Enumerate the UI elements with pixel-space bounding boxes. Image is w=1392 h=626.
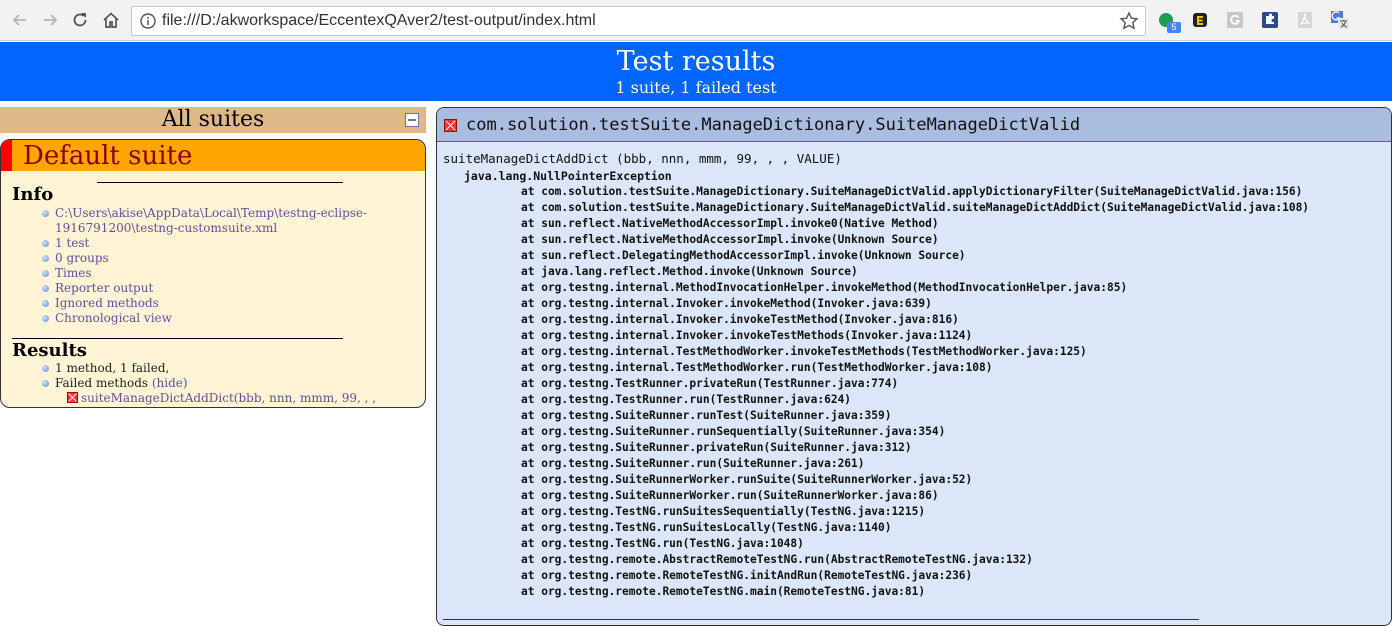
stack-trace-line: at org.testng.TestNG.runSuitesLocally(Te… (521, 521, 892, 534)
page-subtitle: 1 suite, 1 failed test (615, 78, 777, 97)
suite-name[interactable]: Default suite (23, 141, 192, 171)
star-icon[interactable] (1119, 11, 1139, 31)
stack-trace-line: at org.testng.internal.TestMethodWorker.… (521, 345, 1087, 358)
exception-name: java.lang.NullPointerException (464, 169, 672, 183)
info-icon[interactable] (140, 13, 156, 29)
info-title: Info (12, 184, 54, 205)
bullet-icon (42, 380, 49, 387)
failed-methods-row: Failed methods (hide) (55, 376, 188, 391)
page-title: Test results (616, 46, 776, 77)
chronological-view-link[interactable]: Chronological view (55, 311, 172, 326)
translate-extension-icon[interactable] (1330, 10, 1350, 30)
back-arrow-icon[interactable] (8, 8, 32, 32)
hide-link[interactable]: (hide) (152, 376, 188, 390)
puzzle-extension-icon[interactable] (1260, 10, 1280, 30)
stack-trace-line: at org.testng.TestRunner.run(TestRunner.… (521, 393, 852, 406)
results-divider (12, 338, 343, 339)
stack-trace-line: at org.testng.internal.Invoker.invokeTes… (521, 329, 973, 342)
stack-trace-line: at org.testng.internal.Invoker.invokeMet… (521, 297, 932, 310)
results-banner: Test results 1 suite, 1 failed test (0, 42, 1392, 101)
bullet-icon (42, 300, 49, 307)
stack-trace-line: at org.testng.TestRunner.privateRun(Test… (521, 377, 899, 390)
reporter-output-link[interactable]: Reporter output (55, 281, 153, 296)
ignored-methods-link[interactable]: Ignored methods (55, 296, 159, 311)
groups-link[interactable]: 0 groups (55, 251, 109, 266)
evernote-extension-icon[interactable] (1190, 10, 1210, 30)
detail-divider (443, 619, 1199, 620)
bullet-icon (42, 270, 49, 277)
failed-icon (444, 119, 457, 132)
stack-trace-line: at org.testng.remote.AbstractRemoteTestN… (521, 553, 1033, 566)
stack-trace-line: at org.testng.SuiteRunnerWorker.run(Suit… (521, 489, 939, 502)
gray-g-extension-icon[interactable] (1225, 10, 1245, 30)
suite-header[interactable]: Default suite (1, 140, 425, 171)
method-signature: suiteManageDictAddDict (bbb, nnn, mmm, 9… (443, 151, 842, 167)
address-bar[interactable]: file:///D:/akworkspace/EccentexQAver2/te… (131, 6, 1146, 36)
stack-trace-line: at org.testng.SuiteRunner.run(SuiteRunne… (521, 457, 865, 470)
tests-link[interactable]: 1 test (55, 236, 89, 251)
stack-trace-line: at org.testng.internal.TestMethodWorker.… (521, 361, 993, 374)
stack-trace-line: at sun.reflect.NativeMethodAccessorImpl.… (521, 217, 939, 230)
detail-header: com.solution.testSuite.ManageDictionary.… (437, 108, 1391, 142)
bullet-icon (42, 255, 49, 262)
stack-trace: at com.solution.testSuite.ManageDictiona… (521, 184, 1309, 600)
all-suites-header: All suites (0, 107, 426, 133)
results-title: Results (12, 340, 87, 361)
stack-trace-line: at org.testng.remote.RemoteTestNG.main(R… (521, 585, 926, 598)
method-detail-panel: com.solution.testSuite.ManageDictionary.… (436, 107, 1392, 626)
results-summary: 1 method, 1 failed, (55, 361, 170, 375)
url-text[interactable]: file:///D:/akworkspace/EccentexQAver2/te… (162, 12, 596, 30)
failed-method-link[interactable]: suiteManageDictAddDict(bbb, nnn, mmm, 99… (81, 391, 425, 407)
bullet-icon (42, 240, 49, 247)
class-name-title: com.solution.testSuite.ManageDictionary.… (466, 115, 1081, 135)
method-params: (bbb, nnn, mmm, 99, , , VALUE) (608, 151, 842, 166)
stack-trace-line: at org.testng.internal.MethodInvocationH… (521, 281, 1128, 294)
stack-trace-line: at org.testng.TestNG.runSuitesSequential… (521, 505, 926, 518)
method-name: suiteManageDictAddDict (443, 151, 609, 166)
all-suites-label: All suites (161, 107, 265, 132)
stack-trace-line: at org.testng.SuiteRunner.privateRun(Sui… (521, 441, 912, 454)
stack-trace-line: at org.testng.TestNG.run(TestNG.java:104… (521, 537, 804, 550)
suite-panel: Default suite Info C:\Users\akise\AppDat… (0, 139, 426, 408)
bullet-icon (42, 210, 49, 217)
failed-methods-label: Failed methods (55, 376, 149, 390)
home-icon[interactable] (99, 8, 123, 32)
stack-trace-line: at sun.reflect.NativeMethodAccessorImpl.… (521, 233, 939, 246)
stack-trace-line: at com.solution.testSuite.ManageDictiona… (521, 201, 1310, 214)
reload-icon[interactable] (68, 8, 92, 32)
stack-trace-line: at java.lang.reflect.Method.invoke(Unkno… (521, 265, 858, 278)
stack-trace-line: at org.testng.remote.RemoteTestNG.initAn… (521, 569, 973, 582)
stack-trace-line: at com.solution.testSuite.ManageDictiona… (521, 185, 1303, 198)
times-link[interactable]: Times (55, 266, 91, 281)
pdf-extension-icon[interactable] (1295, 10, 1315, 30)
collapse-icon[interactable] (405, 113, 419, 127)
info-divider (97, 182, 343, 183)
stack-trace-line: at org.testng.SuiteRunner.runSequentiall… (521, 425, 946, 438)
stack-trace-line: at org.testng.SuiteRunner.runTest(SuiteR… (521, 409, 892, 422)
failed-icon (67, 392, 78, 403)
stack-trace-line: at org.testng.SuiteRunnerWorker.runSuite… (521, 473, 973, 486)
forward-arrow-icon[interactable] (38, 8, 62, 32)
suite-status-stripe (1, 140, 12, 171)
stack-trace-line: at org.testng.internal.Invoker.invokeTes… (521, 313, 959, 326)
bullet-icon (42, 285, 49, 292)
suite-file-link[interactable]: C:\Users\akise\AppData\Local\Temp\testng… (55, 206, 367, 236)
stack-trace-line: at sun.reflect.DelegatingMethodAccessorI… (521, 249, 966, 262)
extension-badge: 5 (1167, 22, 1181, 33)
browser-toolbar: file:///D:/akworkspace/EccentexQAver2/te… (0, 0, 1392, 41)
bullet-icon (42, 365, 49, 372)
bullet-icon (42, 315, 49, 322)
